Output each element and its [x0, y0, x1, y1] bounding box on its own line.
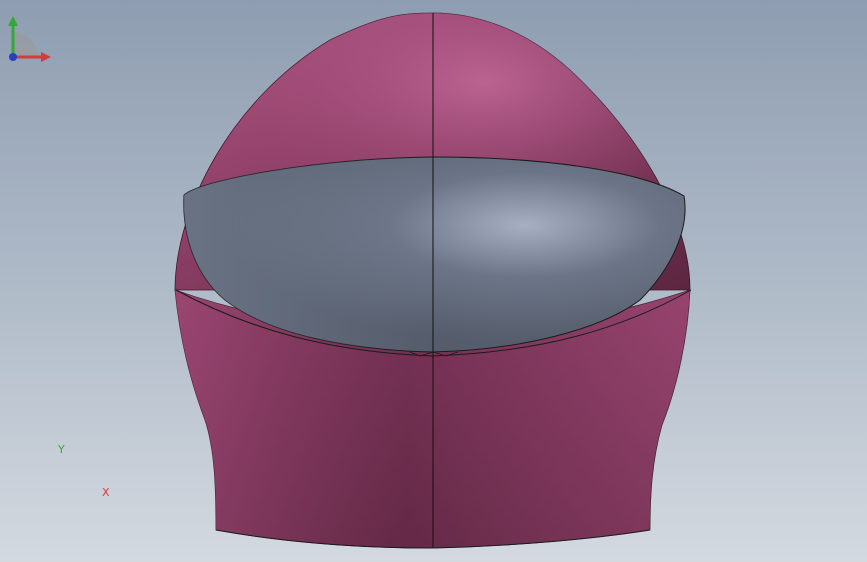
graphics-viewport[interactable]: Y X [0, 0, 867, 562]
triad-x-label: X [102, 486, 110, 499]
triad-y-label: Y [58, 443, 65, 456]
reference-triad [8, 16, 51, 62]
helmet-model-view[interactable] [0, 0, 867, 562]
